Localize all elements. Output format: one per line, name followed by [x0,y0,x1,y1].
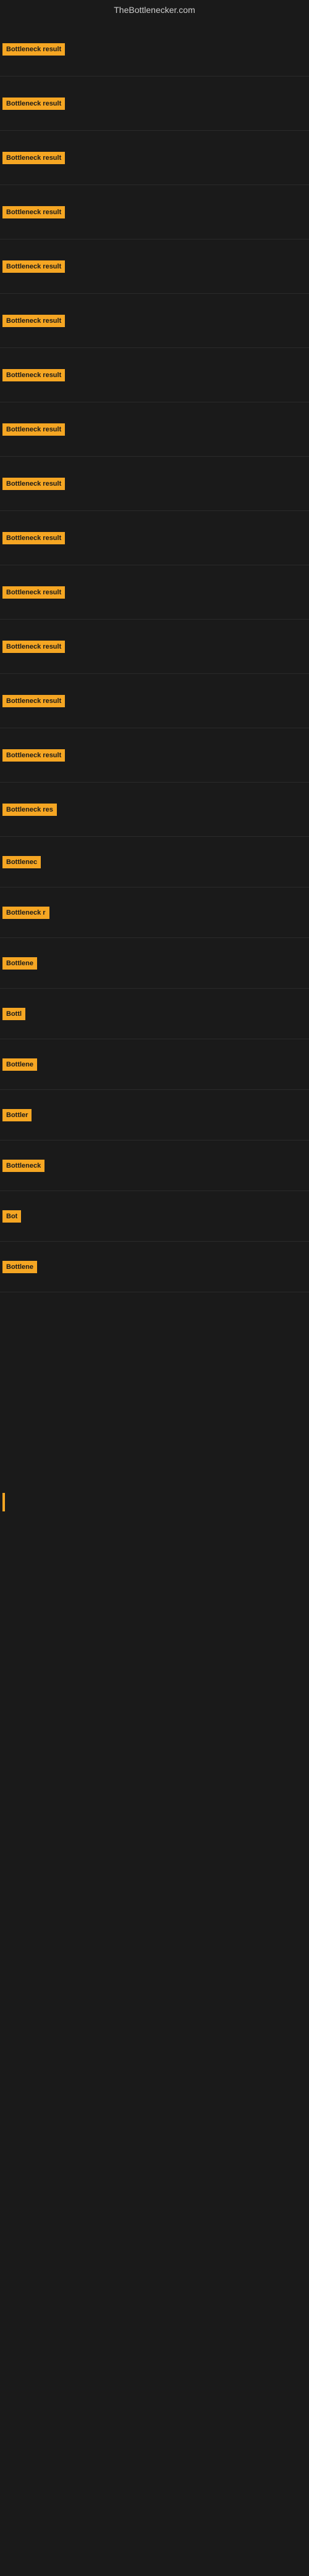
bottleneck-badge[interactable]: Bottleneck r [2,907,49,919]
site-title: TheBottlenecker.com [0,0,309,20]
bottleneck-badge[interactable]: Bottleneck result [2,315,65,327]
list-item: Bottleneck r [0,887,309,938]
bottleneck-badge[interactable]: Bottleneck result [2,423,65,436]
list-item: Bottleneck [0,1141,309,1191]
bottleneck-badge[interactable]: Bottleneck result [2,586,65,599]
bottleneck-badge[interactable]: Bottleneck result [2,478,65,490]
bottleneck-badge[interactable]: Bottleneck result [2,641,65,653]
bottleneck-badge[interactable]: Bottlenec [2,856,41,868]
bottleneck-badge[interactable]: Bottleneck result [2,98,65,110]
bottleneck-badge[interactable]: Bottler [2,1109,32,1121]
bottleneck-badge[interactable]: Bottleneck result [2,532,65,544]
list-item: Bottleneck result [0,294,309,348]
list-item: Bottleneck result [0,565,309,620]
bottleneck-badge[interactable]: Bottleneck result [2,260,65,273]
bottleneck-badge[interactable]: Bottleneck result [2,206,65,218]
list-item: Bottleneck result [0,131,309,185]
list-item: Bottleneck result [0,457,309,511]
list-item: Bottlene [0,938,309,989]
list-item: Bottleneck res [0,783,309,837]
list-item: Bottleneck result [0,620,309,674]
list-item: Bottleneck result [0,185,309,239]
list-item: Bottleneck result [0,348,309,402]
bottleneck-badge[interactable]: Bottleneck result [2,43,65,56]
list-item: Bottleneck result [0,728,309,783]
bottleneck-badge[interactable]: Bottlene [2,1261,37,1273]
bottleneck-badge[interactable]: Bottleneck result [2,152,65,164]
list-item: Bottleneck result [0,77,309,131]
small-yellow-bar [2,1493,5,1511]
list-item: Bot [0,1191,309,1242]
list-item: Bottleneck result [0,239,309,294]
bottleneck-badge[interactable]: Bottleneck res [2,804,57,816]
list-item: Bottl [0,989,309,1039]
list-item: Bottlene [0,1039,309,1090]
list-item: Bottleneck result [0,402,309,457]
small-badge-area [0,1477,309,1527]
bottleneck-badge[interactable]: Bottleneck result [2,749,65,762]
bottleneck-badge[interactable]: Bottleneck result [2,369,65,381]
list-item: Bottlene [0,1242,309,1292]
list-item: Bottleneck result [0,22,309,77]
list-item: Bottlenec [0,837,309,887]
bottleneck-badge[interactable]: Bottl [2,1008,25,1020]
bottleneck-badge[interactable]: Bot [2,1210,21,1223]
bottleneck-badge[interactable]: Bottleneck [2,1160,44,1172]
bottleneck-badge[interactable]: Bottlene [2,957,37,970]
bottleneck-badge[interactable]: Bottleneck result [2,695,65,707]
bottleneck-badge[interactable]: Bottlene [2,1058,37,1071]
list-item: Bottleneck result [0,511,309,565]
spacer-section [0,1292,309,1477]
list-item: Bottler [0,1090,309,1141]
bottom-spacer [0,1527,309,2576]
list-item: Bottleneck result [0,674,309,728]
items-container: Bottleneck result Bottleneck result Bottle… [0,20,309,1292]
